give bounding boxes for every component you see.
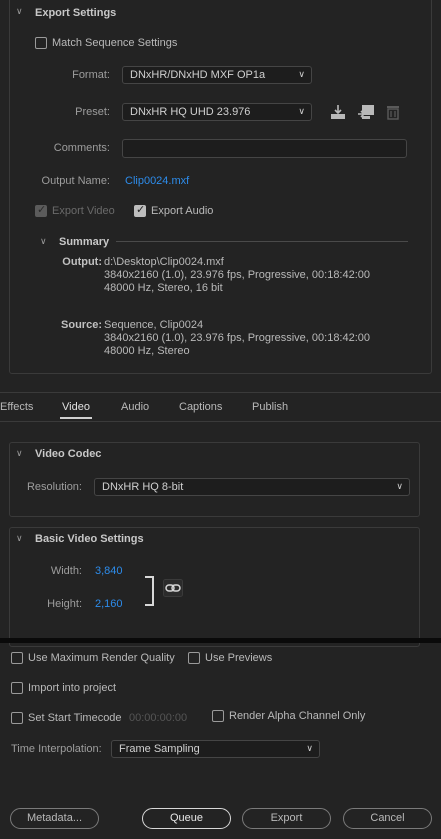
format-value: DNxHR/DNxHD MXF OP1a	[130, 69, 266, 81]
max-render-quality-checkbox[interactable]	[11, 652, 23, 664]
tab-video-underline	[60, 417, 92, 419]
use-previews-label: Use Previews	[205, 652, 273, 664]
metadata-button[interactable]: Metadata...	[10, 808, 99, 829]
render-alpha-checkbox[interactable]	[212, 710, 224, 722]
basic-video-collapse-icon[interactable]: ∨	[16, 533, 23, 544]
summary-output-line: d:\Desktop\Clip0024.mxf	[104, 256, 224, 268]
cancel-button[interactable]: Cancel	[343, 808, 432, 829]
height-value[interactable]: 2,160	[95, 598, 123, 610]
export-video-checkbox	[35, 203, 47, 217]
preset-value: DNxHR HQ UHD 23.976	[130, 106, 251, 118]
summary-divider	[116, 241, 408, 242]
video-codec-collapse-icon[interactable]: ∨	[16, 448, 23, 459]
export-video-label: Export Video	[52, 205, 115, 217]
render-alpha-label: Render Alpha Channel Only	[229, 710, 366, 722]
width-value[interactable]: 3,840	[95, 565, 123, 577]
time-interpolation-select[interactable]: Frame Sampling ∨	[111, 740, 320, 758]
export-settings-collapse-icon[interactable]: ∨	[16, 6, 23, 17]
queue-button[interactable]: Queue	[142, 808, 231, 829]
max-render-quality-label: Use Maximum Render Quality	[28, 652, 175, 664]
set-start-timecode-label: Set Start Timecode	[28, 712, 122, 724]
resolution-select[interactable]: DNxHR HQ 8-bit ∨	[94, 478, 410, 496]
summary-title: Summary	[59, 236, 110, 248]
chevron-down-icon: ∨	[396, 481, 403, 491]
resolution-value: DNxHR HQ 8-bit	[102, 481, 184, 493]
chevron-down-icon: ∨	[298, 106, 305, 116]
format-label: Format:	[72, 69, 110, 81]
export-settings-panel	[9, 0, 432, 374]
section-divider	[0, 392, 441, 393]
export-audio-checkbox[interactable]	[134, 203, 146, 217]
video-codec-title: Video Codec	[35, 448, 102, 460]
comments-input[interactable]	[122, 139, 407, 158]
link-icon[interactable]	[163, 579, 183, 597]
match-sequence-checkbox[interactable]	[35, 37, 47, 49]
summary-source-line: 48000 Hz, Stereo	[104, 345, 190, 357]
save-preset-icon[interactable]	[330, 104, 346, 120]
delete-preset-icon[interactable]	[386, 104, 400, 120]
tab-audio[interactable]: Audio	[121, 401, 149, 413]
export-settings-title: Export Settings	[35, 7, 117, 19]
use-previews-checkbox[interactable]	[188, 652, 200, 664]
export-audio-label: Export Audio	[151, 205, 214, 217]
time-interpolation-value: Frame Sampling	[119, 743, 200, 755]
summary-source-key: Source:	[61, 319, 102, 331]
summary-output-text: d:\Desktop\Clip0024.mxf 3840x2160 (1.0),…	[104, 256, 370, 295]
preset-select[interactable]: DNxHR HQ UHD 23.976 ∨	[122, 103, 312, 121]
time-interpolation-label: Time Interpolation:	[11, 743, 102, 755]
chevron-down-icon: ∨	[306, 743, 313, 753]
comments-label: Comments:	[53, 142, 110, 154]
height-label: Height:	[47, 598, 82, 610]
tab-effects[interactable]: Effects	[0, 401, 33, 413]
resolution-label: Resolution:	[26, 481, 82, 493]
set-start-timecode-checkbox[interactable]	[11, 712, 23, 724]
aspect-bracket-icon	[145, 576, 154, 606]
output-name-label: Output Name:	[41, 175, 110, 187]
tab-captions[interactable]: Captions	[179, 401, 222, 413]
format-select[interactable]: DNxHR/DNxHD MXF OP1a ∨	[122, 66, 312, 84]
panel-splitter[interactable]	[0, 638, 441, 643]
tabs-divider	[0, 421, 441, 422]
basic-video-title: Basic Video Settings	[35, 533, 144, 545]
summary-source-text: Sequence, Clip0024 3840x2160 (1.0), 23.9…	[104, 319, 370, 358]
import-preset-icon[interactable]	[357, 104, 375, 120]
preset-label: Preset:	[75, 106, 110, 118]
output-name-link[interactable]: Clip0024.mxf	[125, 175, 189, 187]
summary-output-line: 3840x2160 (1.0), 23.976 fps, Progressive…	[104, 269, 371, 281]
summary-collapse-icon[interactable]: ∨	[40, 236, 47, 247]
tab-publish[interactable]: Publish	[252, 401, 288, 413]
basic-video-panel	[9, 527, 420, 647]
match-sequence-label: Match Sequence Settings	[52, 37, 178, 49]
import-into-project-checkbox[interactable]	[11, 682, 23, 694]
summary-source-line: 3840x2160 (1.0), 23.976 fps, Progressive…	[104, 332, 371, 344]
summary-output-key: Output:	[62, 256, 102, 268]
chevron-down-icon: ∨	[298, 69, 305, 79]
summary-source-line: Sequence, Clip0024	[104, 319, 204, 331]
tab-video[interactable]: Video	[62, 401, 90, 413]
summary-output-line: 48000 Hz, Stereo, 16 bit	[104, 282, 223, 294]
import-into-project-label: Import into project	[28, 682, 117, 694]
start-timecode-value: 00:00:00:00	[129, 712, 188, 724]
export-button[interactable]: Export	[242, 808, 331, 829]
width-label: Width:	[50, 565, 82, 577]
